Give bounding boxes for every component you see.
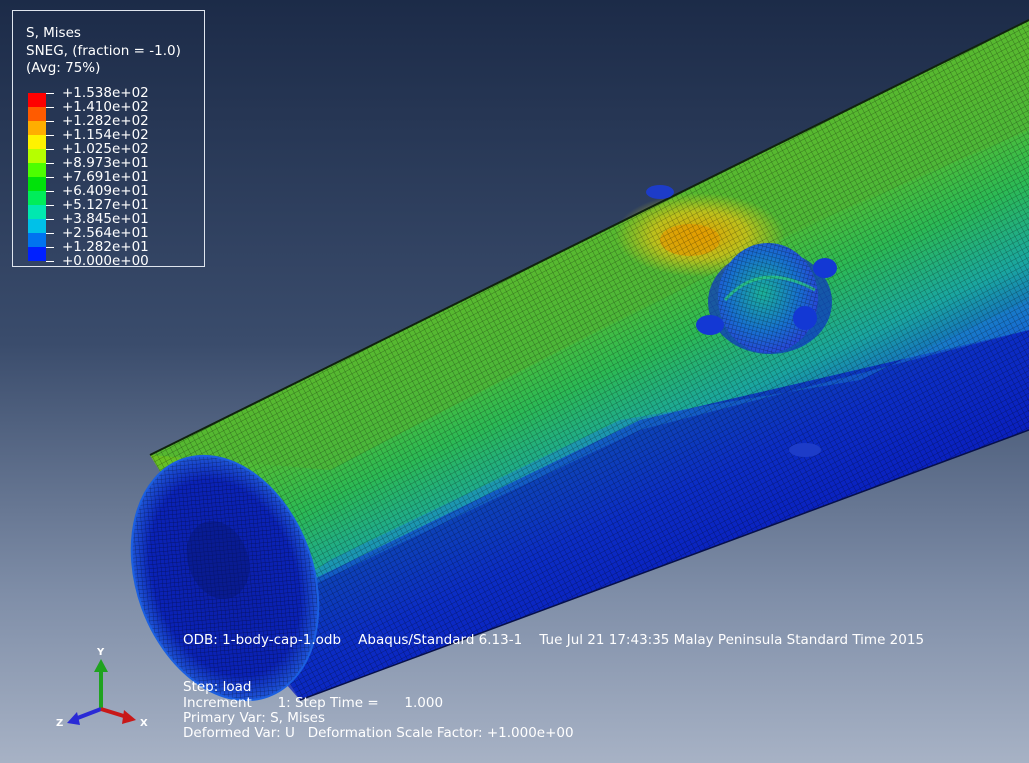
legend-tick bbox=[46, 261, 54, 262]
legend-tick bbox=[46, 191, 54, 192]
legend-value: +1.282e+01 bbox=[62, 239, 149, 255]
deformed-var-line: Deformed Var: U Deformation Scale Factor… bbox=[183, 725, 574, 741]
legend-entry: +1.410e+02 bbox=[26, 99, 206, 121]
axis-label-x: X bbox=[140, 718, 148, 729]
legend-tick bbox=[46, 93, 54, 94]
primary-var-line: Primary Var: S, Mises bbox=[183, 710, 325, 726]
legend-averaging: (Avg: 75%) bbox=[26, 60, 101, 76]
legend-tick bbox=[46, 121, 54, 122]
legend-entry: +8.973e+01 bbox=[26, 155, 206, 177]
legend-subtitle: SNEG, (fraction = -1.0) bbox=[26, 43, 181, 59]
legend-color-scale: +1.538e+02 +1.410e+02 +1.282e+02 +1.154e+02… bbox=[26, 86, 206, 268]
legend-entry: +1.154e+02 bbox=[26, 127, 206, 149]
legend-value: +0.000e+00 bbox=[62, 253, 149, 269]
legend-tick bbox=[46, 247, 54, 248]
legend-entry: +5.127e+01 bbox=[26, 197, 206, 219]
odb-info-line: ODB: 1-body-cap-1.odb Abaqus/Standard 6.… bbox=[183, 632, 925, 648]
increment-info-line: Increment 1: Step Time = 1.000 bbox=[183, 695, 444, 711]
legend-entry: +1.282e+01 bbox=[26, 239, 206, 261]
legend-entry: +2.564e+01 bbox=[26, 225, 206, 247]
legend-tick bbox=[46, 163, 54, 164]
legend-value: +1.154e+02 bbox=[62, 127, 149, 143]
legend-value: +7.691e+01 bbox=[62, 169, 149, 185]
legend-value: +3.845e+01 bbox=[62, 211, 149, 227]
legend-entry: +1.282e+02 bbox=[26, 113, 206, 135]
legend-tick bbox=[46, 205, 54, 206]
axis-label-z: Z bbox=[56, 718, 64, 729]
legend-entry: +0.000e+00 bbox=[26, 254, 206, 268]
legend-tick bbox=[46, 233, 54, 234]
legend-entry: +1.025e+02 bbox=[26, 141, 206, 163]
legend-entry: +6.409e+01 bbox=[26, 183, 206, 205]
step-info-line: Step: load bbox=[183, 679, 252, 695]
legend-tick bbox=[46, 107, 54, 108]
legend-title: S, Mises bbox=[26, 25, 81, 41]
contour-legend: S, Mises SNEG, (fraction = -1.0) (Avg: 7… bbox=[12, 10, 206, 268]
legend-entry: +1.538e+02 bbox=[26, 85, 206, 107]
legend-value: +1.410e+02 bbox=[62, 99, 149, 115]
legend-tick bbox=[46, 177, 54, 178]
legend-tick bbox=[46, 135, 54, 136]
legend-entry: +7.691e+01 bbox=[26, 169, 206, 191]
legend-value: +5.127e+01 bbox=[62, 197, 149, 213]
legend-value: +1.025e+02 bbox=[62, 141, 149, 157]
legend-value: +8.973e+01 bbox=[62, 155, 149, 171]
legend-value: +1.538e+02 bbox=[62, 85, 149, 101]
model-viewport[interactable]: S, Mises SNEG, (fraction = -1.0) (Avg: 7… bbox=[0, 0, 1029, 763]
legend-tick bbox=[46, 149, 54, 150]
legend-value: +6.409e+01 bbox=[62, 183, 149, 199]
legend-tick bbox=[46, 219, 54, 220]
legend-entry: +3.845e+01 bbox=[26, 211, 206, 233]
view-triad: Y Z X bbox=[52, 645, 156, 735]
legend-value: +1.282e+02 bbox=[62, 113, 149, 129]
legend-value: +2.564e+01 bbox=[62, 225, 149, 241]
axis-label-y: Y bbox=[97, 647, 105, 658]
